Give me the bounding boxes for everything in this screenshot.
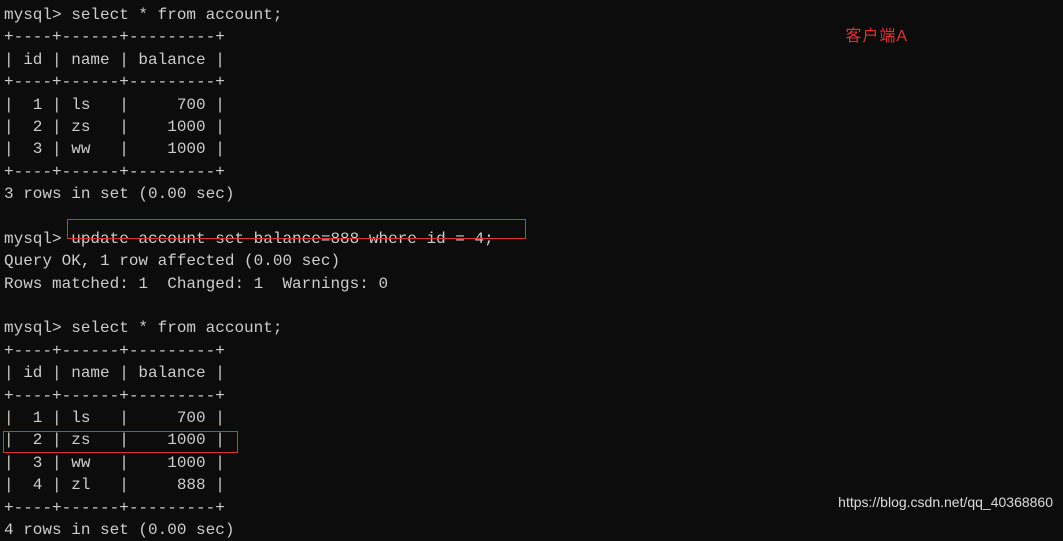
sql-prompt-2-update: mysql> update account set balance=888 wh…: [4, 228, 1059, 250]
client-label-annotation: 客户端A: [845, 26, 908, 48]
sql-prompt-1: mysql> select * from account;: [4, 4, 1059, 26]
table1-row-3: | 3 | ww | 1000 |: [4, 138, 1059, 160]
table1-row-1: | 1 | ls | 700 |: [4, 94, 1059, 116]
sql-prompt-3: mysql> select * from account;: [4, 317, 1059, 339]
result-2a: Query OK, 1 row affected (0.00 sec): [4, 250, 1059, 272]
table3-border-top: +----+------+---------+: [4, 340, 1059, 362]
result-2b: Rows matched: 1 Changed: 1 Warnings: 0: [4, 273, 1059, 295]
result-3: 4 rows in set (0.00 sec): [4, 519, 1059, 541]
blank-1: [4, 206, 1059, 228]
table1-header: | id | name | balance |: [4, 49, 1059, 71]
table3-row-1: | 1 | ls | 700 |: [4, 407, 1059, 429]
table3-header: | id | name | balance |: [4, 362, 1059, 384]
table3-row-2: | 2 | zs | 1000 |: [4, 429, 1059, 451]
blank-2: [4, 295, 1059, 317]
table1-border-mid: +----+------+---------+: [4, 71, 1059, 93]
table3-border-mid: +----+------+---------+: [4, 385, 1059, 407]
table1-row-2: | 2 | zs | 1000 |: [4, 116, 1059, 138]
table3-row-3: | 3 | ww | 1000 |: [4, 452, 1059, 474]
table1-border-bottom: +----+------+---------+: [4, 161, 1059, 183]
watermark-url: https://blog.csdn.net/qq_40368860: [838, 493, 1053, 513]
result-1: 3 rows in set (0.00 sec): [4, 183, 1059, 205]
